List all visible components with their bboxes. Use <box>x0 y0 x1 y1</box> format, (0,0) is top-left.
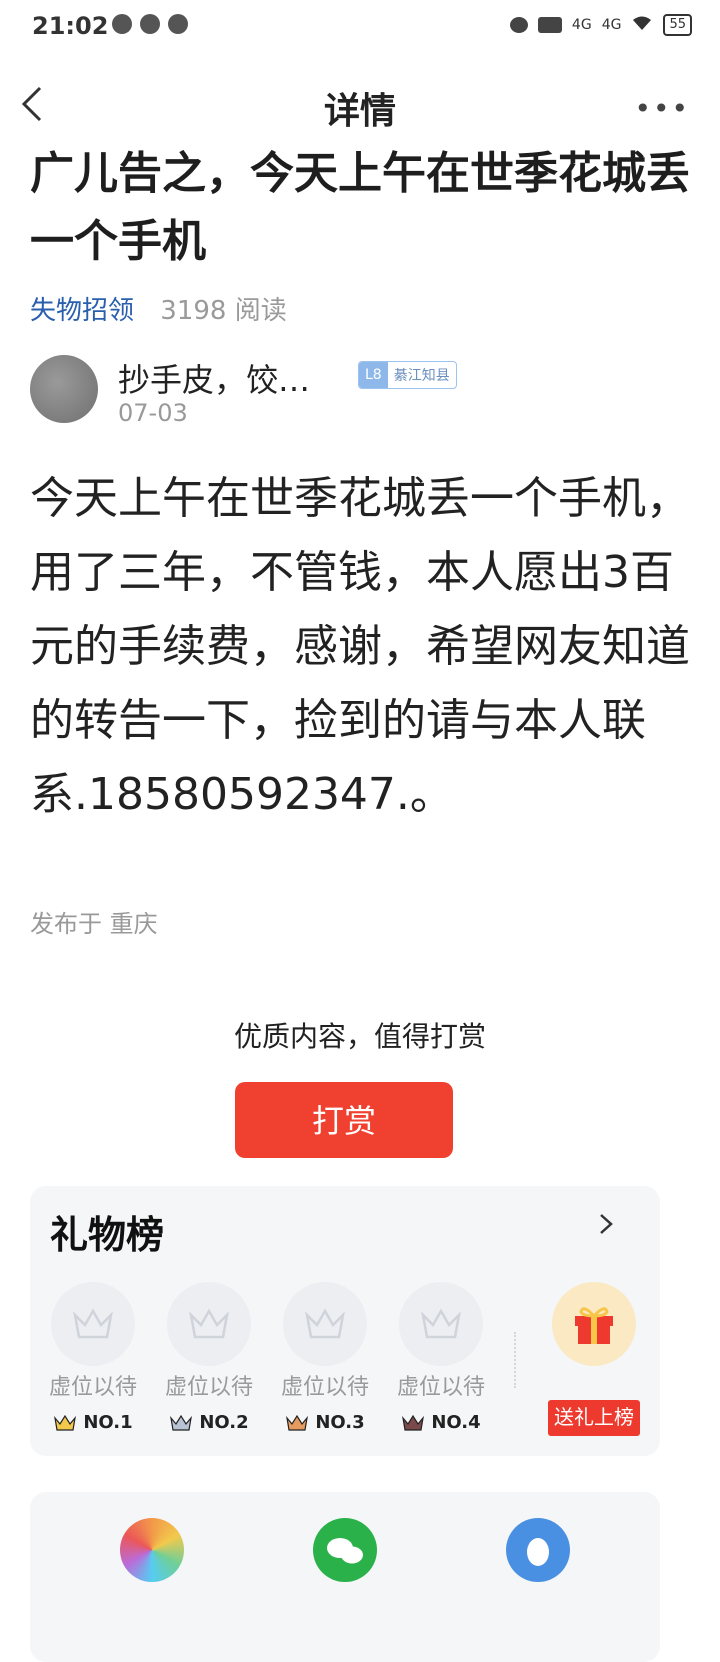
qq-icon[interactable] <box>506 1518 570 1582</box>
level-badge: L8 綦江知县 <box>358 361 457 389</box>
slot-rank: NO.2 <box>164 1412 254 1433</box>
level-label: L8 <box>359 362 388 388</box>
rank-label: NO.2 <box>199 1412 249 1433</box>
slot-placeholder-text: 虚位以待 <box>48 1375 137 1400</box>
level-title: 綦江知县 <box>393 368 450 384</box>
gift-slot[interactable]: 虚位以待 NO.3 <box>280 1282 370 1433</box>
slot-rank: NO.1 <box>48 1412 138 1433</box>
crown-icon <box>54 1414 77 1431</box>
avatar[interactable] <box>30 355 98 423</box>
hd-icon <box>537 17 562 33</box>
slot-rank: NO.3 <box>280 1412 370 1433</box>
status-bar: 21:02 4G 4G 55 <box>0 0 720 56</box>
crown-icon <box>286 1414 309 1431</box>
status-indicators: 4G 4G 55 <box>509 14 692 36</box>
message-notification-icon <box>168 14 188 34</box>
status-time: 21:02 <box>32 12 109 40</box>
read-count: 3198 阅读 <box>160 296 287 326</box>
author-name[interactable]: 抄手皮，饺… <box>118 355 310 401</box>
gift-slot[interactable]: 虚位以待 NO.1 <box>48 1282 138 1433</box>
slot-placeholder-text: 虚位以待 <box>280 1375 369 1400</box>
crown-outline-icon <box>167 1282 251 1366</box>
chevron-right-icon[interactable] <box>594 1212 618 1236</box>
rank-label: NO.1 <box>83 1412 133 1433</box>
app-notification-icon <box>140 14 160 34</box>
crown-outline-icon <box>399 1282 483 1366</box>
gift-board-title: 礼物榜 <box>50 1213 165 1257</box>
network-2: 4G <box>601 17 622 33</box>
page-title: 详情 <box>323 91 396 132</box>
gift-board: 礼物榜 虚位以待 NO.1 虚位以待 NO.2 虚位以待 NO.3 虚位以待 N… <box>30 1186 660 1456</box>
wifi-icon <box>631 15 653 35</box>
crown-icon <box>402 1414 425 1431</box>
rank-label: NO.3 <box>315 1412 365 1433</box>
category-link[interactable]: 失物招领 <box>30 296 134 326</box>
post-meta: 失物招领 3198 阅读 <box>30 290 287 327</box>
moments-icon[interactable] <box>120 1518 184 1582</box>
post-title: 广儿告之，今天上午在世季花城丢一个手机 <box>30 148 690 267</box>
tip-prompt: 优质内容，值得打赏 <box>233 1020 486 1053</box>
crown-icon <box>170 1414 193 1431</box>
status-app-icons <box>112 14 188 34</box>
send-gift-button[interactable]: 送礼上榜 <box>548 1400 640 1436</box>
author-row: 抄手皮，饺… L8 綦江知县 07-03 <box>30 355 690 435</box>
crown-outline-icon <box>51 1282 135 1366</box>
post-date: 07-03 <box>118 399 188 427</box>
rank-label: NO.4 <box>431 1412 481 1433</box>
gift-box-icon[interactable] <box>552 1282 636 1366</box>
gift-slot[interactable]: 虚位以待 NO.2 <box>164 1282 254 1433</box>
alarm-icon <box>509 17 528 33</box>
tip-button[interactable]: 打赏 <box>235 1082 453 1158</box>
more-options-icon[interactable]: ••• <box>634 92 690 125</box>
slot-rank: NO.4 <box>396 1412 486 1433</box>
wechat-icon[interactable] <box>313 1518 377 1582</box>
crown-outline-icon <box>283 1282 367 1366</box>
network-1: 4G <box>571 17 592 33</box>
slot-placeholder-text: 虚位以待 <box>164 1375 253 1400</box>
divider <box>514 1332 516 1388</box>
post-location: 发布于 重庆 <box>30 910 158 938</box>
battery-indicator: 55 <box>663 14 692 36</box>
slot-placeholder-text: 虚位以待 <box>396 1375 485 1400</box>
wechat-notification-icon <box>112 14 132 34</box>
post-body: 今天上午在世季花城丢一个手机，用了三年，不管钱，本人愿出3百元的手续费，感谢，希… <box>30 473 690 820</box>
nav-bar: 详情 ••• <box>0 66 720 138</box>
gift-slot[interactable]: 虚位以待 NO.4 <box>396 1282 486 1433</box>
share-row <box>30 1492 660 1662</box>
